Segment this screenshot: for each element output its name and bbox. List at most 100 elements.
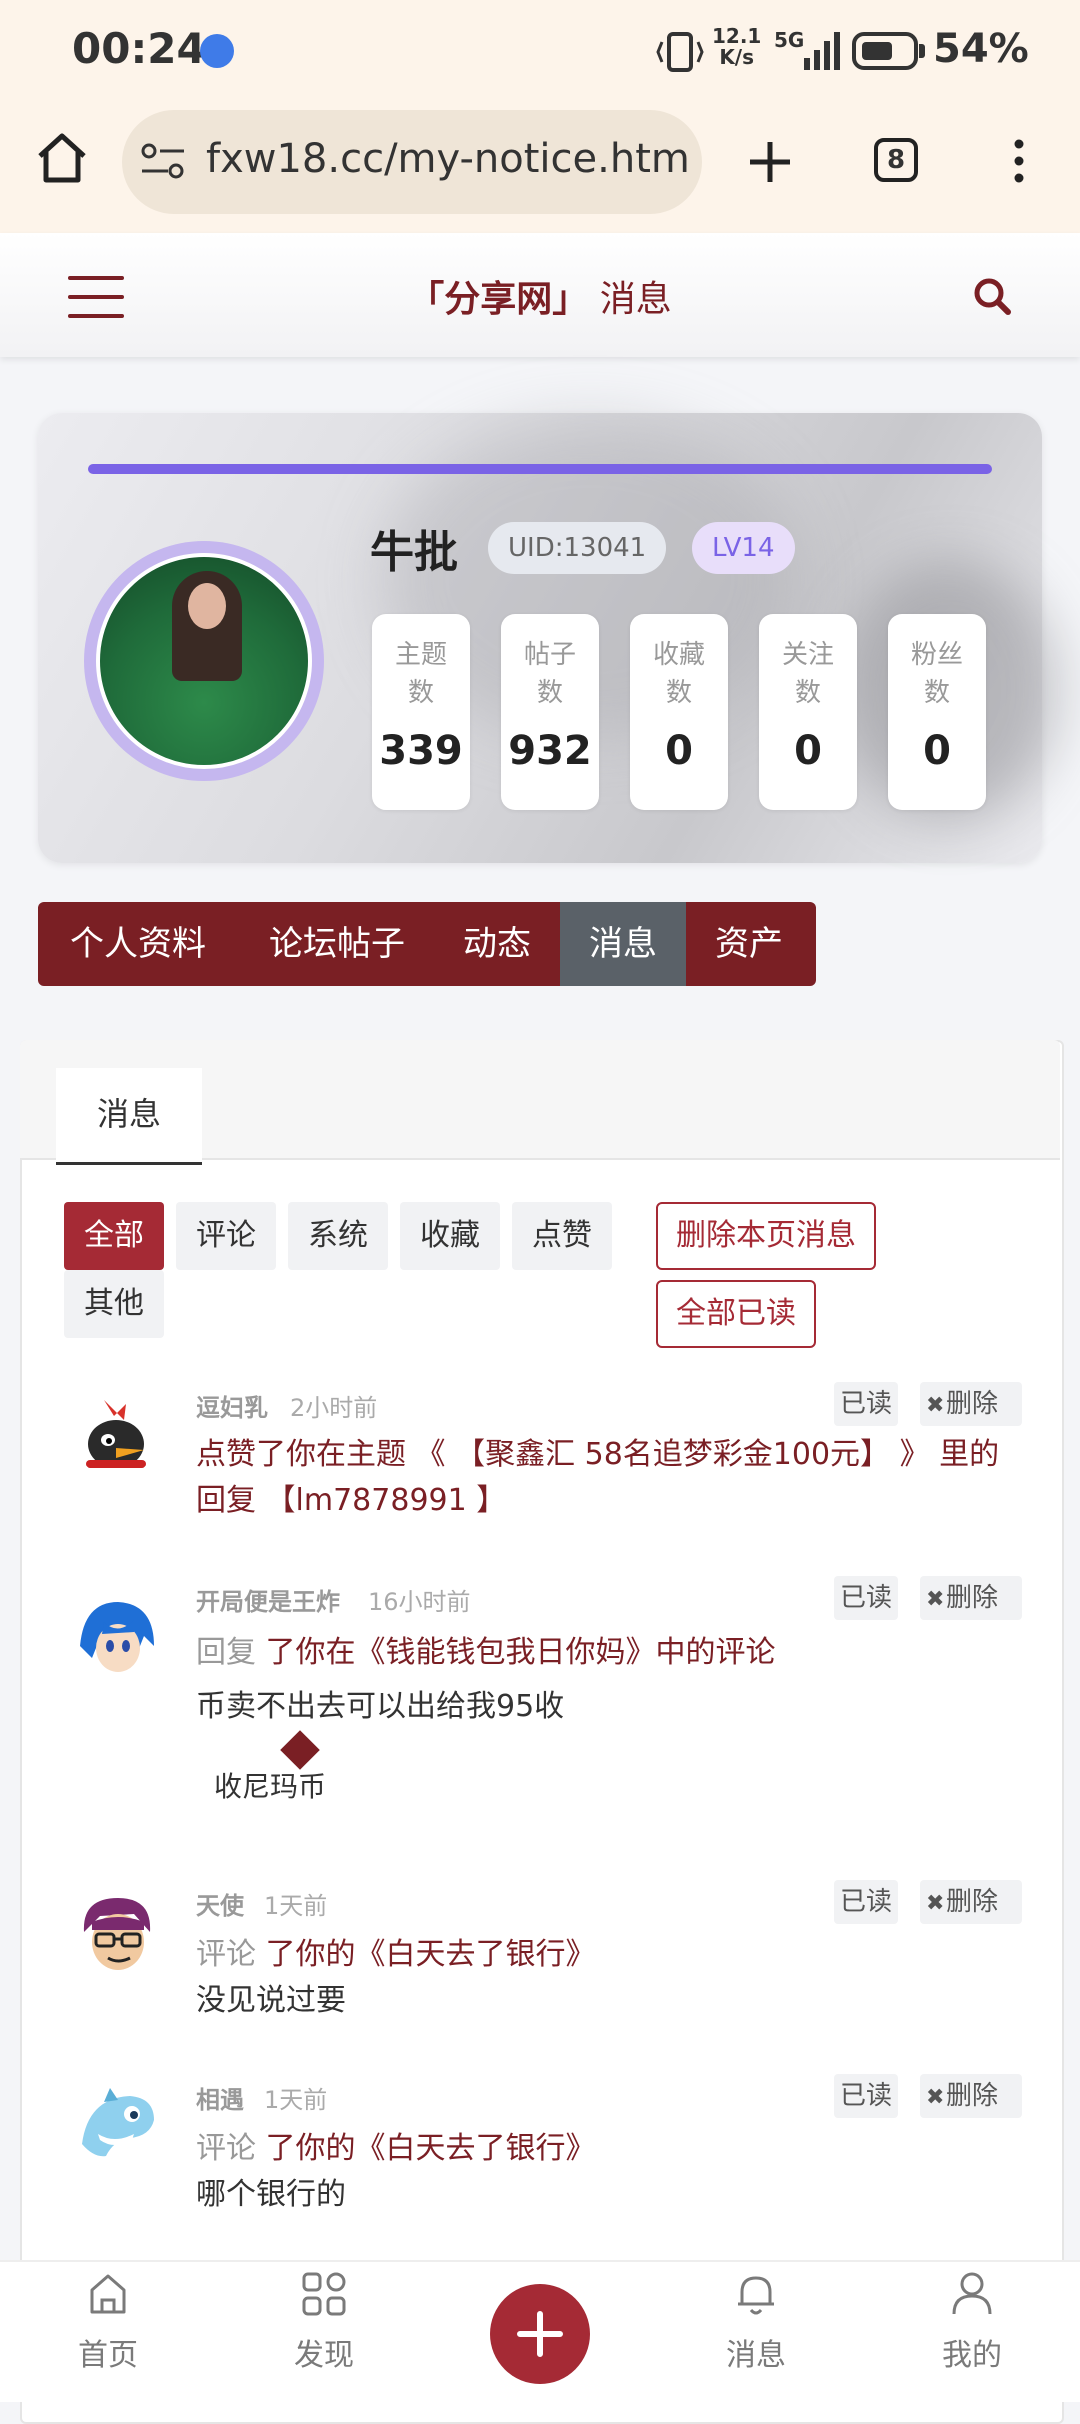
site-title: 「分享网」 消息 xyxy=(0,270,1080,322)
quoted-comment: 收尼玛币 xyxy=(214,1770,327,1803)
message-username[interactable]: 相遇 xyxy=(196,2080,244,2115)
app-notification-icon xyxy=(200,34,234,68)
user-icon xyxy=(952,2272,992,2315)
message-content[interactable]: 评论 了你的《白天去了银行》 xyxy=(196,2126,596,2172)
message-username[interactable]: 逗妇乳 xyxy=(196,1388,268,1423)
delete-page-messages-button[interactable]: 删除本页消息 xyxy=(656,1202,876,1270)
message-target[interactable]: 了你的《白天去了银行》 xyxy=(266,2131,596,2166)
message-content[interactable]: 回复 了你在《钱能钱包我日你妈》中的评论 xyxy=(196,1630,776,1676)
filter-system[interactable]: 系统 xyxy=(288,1202,388,1270)
tab-messages[interactable]: 消息 xyxy=(560,902,686,986)
message-action: 评论 xyxy=(196,2131,256,2166)
filter-all[interactable]: 全部 xyxy=(64,1202,164,1270)
message-avatar[interactable] xyxy=(74,1394,158,1478)
stat-label: 收藏数 xyxy=(652,640,705,708)
bottom-nav-discover[interactable]: 发现 xyxy=(254,2270,394,2374)
message-target[interactable]: 了你的《白天去了银行》 xyxy=(266,1937,596,1972)
delete-message-button[interactable]: ✖删除 xyxy=(920,1880,1022,1924)
message-line: 点赞了你在主题 《 【聚鑫汇 58名追梦彩金100元】 》 里的 xyxy=(196,1437,1000,1472)
delete-label: 删除 xyxy=(946,1583,999,1613)
glasses-avatar-icon xyxy=(83,1898,151,1970)
message-time: 1天前 xyxy=(264,2086,328,2114)
dolphin-avatar-icon xyxy=(82,2088,154,2157)
message-body: 没见说过要 xyxy=(196,1983,346,2018)
message-time: 1天前 xyxy=(264,1892,328,1920)
level-badge: LV14 xyxy=(692,522,795,574)
status-time: 00:24 xyxy=(72,24,206,73)
message-content[interactable]: 点赞了你在主题 《 【聚鑫汇 58名追梦彩金100元】 》 里的 回复 【lm7… xyxy=(196,1432,1016,1524)
net-speed-unit: K/s xyxy=(719,45,755,69)
message-avatar[interactable] xyxy=(74,1596,158,1680)
home-icon[interactable] xyxy=(30,126,94,190)
bottom-nav-messages[interactable]: 消息 xyxy=(686,2270,826,2374)
profile-nav: 个人资料 论坛帖子 动态 消息 资产 xyxy=(38,902,816,986)
stat-posts[interactable]: 帖子数 932 xyxy=(501,614,599,810)
message-avatar[interactable] xyxy=(74,2084,158,2168)
delete-label: 删除 xyxy=(946,1887,999,1917)
close-icon: ✖ xyxy=(926,2085,945,2110)
grid-icon xyxy=(302,2272,346,2316)
message-body: 币卖不出去可以出给我95收 xyxy=(196,1689,565,1724)
bottom-nav-label: 消息 xyxy=(726,2338,786,2373)
bottom-nav-label: 发现 xyxy=(294,2338,354,2373)
stat-followers[interactable]: 粉丝数 0 xyxy=(888,614,986,810)
stat-label: 粉丝数 xyxy=(910,640,963,708)
uid-badge: UID:13041 xyxy=(488,522,667,574)
tab-switcher-button[interactable]: 8 xyxy=(874,138,918,182)
avatar[interactable] xyxy=(96,553,312,769)
panel-tab-messages[interactable]: 消息 xyxy=(56,1068,202,1165)
delete-message-button[interactable]: ✖删除 xyxy=(920,2074,1022,2118)
tab-forum-posts[interactable]: 论坛帖子 xyxy=(238,902,436,986)
tab-assets[interactable]: 资产 xyxy=(686,902,812,986)
tab-profile[interactable]: 个人资料 xyxy=(38,902,238,986)
filter-favorites[interactable]: 收藏 xyxy=(400,1202,500,1270)
stat-value: 0 xyxy=(923,728,951,774)
delete-label: 删除 xyxy=(946,2081,999,2111)
stat-following[interactable]: 关注数 0 xyxy=(759,614,857,810)
message-username[interactable]: 开局便是王炸 xyxy=(196,1582,340,1617)
battery-percent: 54% xyxy=(933,26,1029,72)
message-body: 哪个银行的 xyxy=(196,2177,346,2212)
page-title: 消息 xyxy=(599,279,672,320)
bottom-nav-me[interactable]: 我的 xyxy=(902,2270,1042,2374)
bottom-nav-home[interactable]: 首页 xyxy=(38,2270,178,2374)
mark-read-button[interactable]: 已读 xyxy=(834,1880,898,1924)
new-tab-icon[interactable] xyxy=(738,130,802,194)
site-brand[interactable]: 「分享网」 xyxy=(408,279,588,320)
bottom-nav-label: 我的 xyxy=(942,2338,1002,2373)
stat-label: 帖子数 xyxy=(523,640,576,708)
message-line: 回复 【lm7878991 】 xyxy=(196,1483,507,1518)
site-settings-icon[interactable] xyxy=(140,141,186,181)
stat-value: 932 xyxy=(508,728,592,774)
url-text[interactable]: fxw18.cc/my-notice.htm xyxy=(206,136,690,182)
search-icon[interactable] xyxy=(970,274,1016,320)
close-icon: ✖ xyxy=(926,1587,945,1612)
delete-message-button[interactable]: ✖删除 xyxy=(920,1382,1022,1426)
vibrate-icon xyxy=(656,32,704,72)
close-icon: ✖ xyxy=(926,1891,945,1916)
stat-topics[interactable]: 主题数 339 xyxy=(372,614,470,810)
filter-comments[interactable]: 评论 xyxy=(176,1202,276,1270)
message-avatar[interactable] xyxy=(74,1892,158,1976)
stat-label: 主题数 xyxy=(394,640,447,708)
level-progress-bar xyxy=(88,464,992,474)
close-icon: ✖ xyxy=(926,1393,945,1418)
battery-cap xyxy=(919,44,925,58)
delete-message-button[interactable]: ✖删除 xyxy=(920,1576,1022,1620)
bottom-nav-label: 首页 xyxy=(78,2338,138,2373)
mark-all-read-button[interactable]: 全部已读 xyxy=(656,1280,816,1348)
anime-avatar-icon xyxy=(80,1602,154,1672)
filter-other[interactable]: 其他 xyxy=(64,1270,164,1338)
tab-activity[interactable]: 动态 xyxy=(436,902,558,986)
mark-read-button[interactable]: 已读 xyxy=(834,1576,898,1620)
message-target[interactable]: 了你在《钱能钱包我日你妈》中的评论 xyxy=(266,1635,776,1670)
message-username[interactable]: 天使 xyxy=(196,1886,244,1921)
stat-favorites[interactable]: 收藏数 0 xyxy=(630,614,728,810)
filter-likes[interactable]: 点赞 xyxy=(512,1202,612,1270)
more-menu-icon[interactable] xyxy=(1004,136,1034,186)
message-content[interactable]: 评论 了你的《白天去了银行》 xyxy=(196,1932,596,1978)
stat-label: 关注数 xyxy=(781,640,834,708)
mark-read-button[interactable]: 已读 xyxy=(834,2074,898,2118)
mark-read-button[interactable]: 已读 xyxy=(834,1382,898,1426)
add-post-button[interactable] xyxy=(490,2284,590,2384)
